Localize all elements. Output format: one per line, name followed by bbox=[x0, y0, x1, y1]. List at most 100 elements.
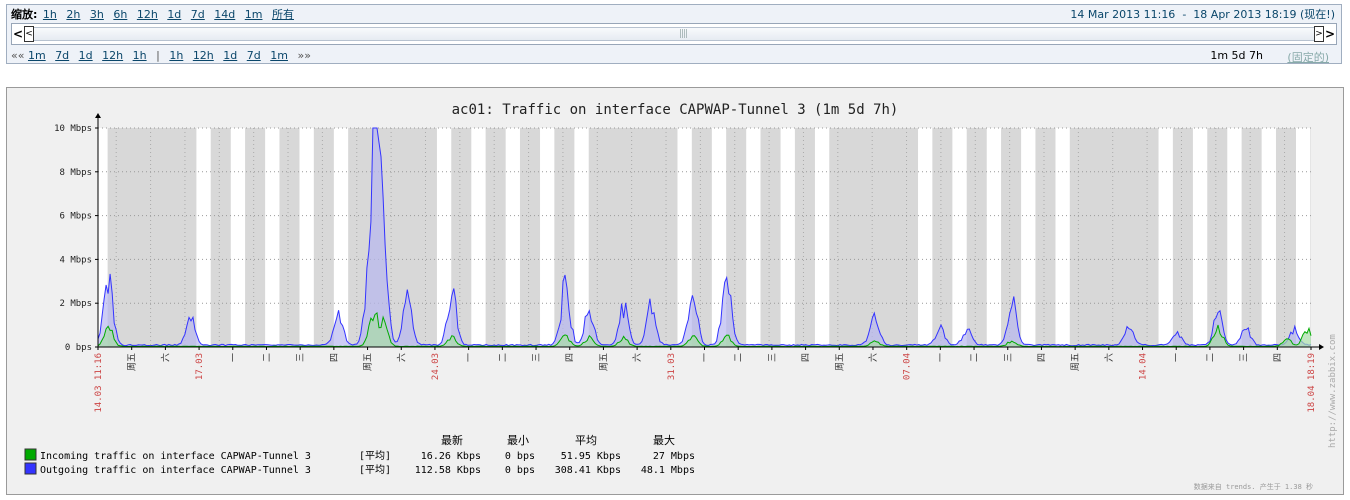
legend-header-last: 最新 bbox=[441, 433, 463, 447]
period-range: 14 Mar 2013 11:16 - 18 Apr 2013 18:19 (现… bbox=[1070, 6, 1335, 22]
x-tick-label: 一 bbox=[701, 353, 711, 362]
navigation-row: «« 1m 7d 1d 12h 1h | 1h 12h 1d 7d 1m »» … bbox=[11, 49, 1335, 65]
x-tick-label: 三 bbox=[1004, 353, 1014, 362]
zoom-1d[interactable]: 1d bbox=[167, 8, 181, 21]
period-scrollbar[interactable]: < < |||| > > bbox=[11, 23, 1337, 45]
scrollbar-track[interactable] bbox=[24, 27, 1324, 41]
legend: 最新 最小 平均 最大 Incoming traffic on interfac… bbox=[24, 433, 695, 476]
legend-swatch-outgoing bbox=[24, 462, 37, 475]
x-tick-label: 二 bbox=[970, 353, 980, 362]
work-hours-band bbox=[333, 128, 349, 347]
fwd-1m[interactable]: 1m bbox=[270, 49, 288, 62]
traffic-graph-svg: ac01: Traffic on interface CAPWAP-Tunnel… bbox=[24, 102, 1338, 491]
back-12h[interactable]: 12h bbox=[102, 49, 123, 62]
legend-header-max: 最大 bbox=[653, 433, 675, 447]
zoom-all[interactable]: 所有 bbox=[272, 8, 294, 21]
work-hours-band bbox=[1192, 128, 1208, 347]
fixed-period-toggle[interactable]: (固定的) bbox=[1287, 49, 1329, 65]
x-tick-label: 24.03 bbox=[431, 353, 441, 380]
x-tick-label: 二 bbox=[734, 353, 744, 362]
x-tick-label: 四 bbox=[802, 353, 812, 362]
left-handle-icon[interactable]: < bbox=[24, 26, 34, 42]
fwd-12h[interactable]: 12h bbox=[193, 49, 214, 62]
x-tick-label: 六 bbox=[395, 353, 407, 362]
y-tick-labels: 0 bps 2 Mbps 4 Mbps 6 Mbps 8 Mbps 10 Mbps bbox=[54, 124, 98, 353]
x-tick-label: 一 bbox=[229, 353, 239, 362]
zoom-1m[interactable]: 1m bbox=[245, 8, 263, 21]
zoom-14d[interactable]: 14d bbox=[214, 8, 235, 21]
x-tick-label: 17.03 bbox=[195, 353, 205, 380]
zoom-2h[interactable]: 2h bbox=[66, 8, 80, 21]
generation-footer: 数据来自 trends. 产生于 1.38 秒 bbox=[1194, 482, 1313, 491]
scroll-left-arrow-icon[interactable]: < bbox=[12, 25, 24, 43]
legend-avg-incoming: 51.95 Kbps bbox=[561, 451, 621, 462]
back-1m[interactable]: 1m bbox=[28, 49, 46, 62]
scroll-grip-icon[interactable]: |||| bbox=[679, 29, 688, 39]
work-hours-band bbox=[986, 128, 1002, 347]
x-tick-label: 二 bbox=[1206, 353, 1216, 362]
x-tick-label: 三 bbox=[1240, 353, 1250, 362]
zoom-1h[interactable]: 1h bbox=[43, 8, 57, 21]
right-handle-icon[interactable]: > bbox=[1314, 26, 1324, 42]
x-tick-label: 六 bbox=[631, 353, 643, 362]
work-hours-band bbox=[952, 128, 967, 347]
zoom-3h[interactable]: 3h bbox=[90, 8, 104, 21]
legend-min-outgoing: 0 bps bbox=[505, 465, 535, 476]
fwd-1d[interactable]: 1d bbox=[223, 49, 237, 62]
scroll-right-arrow-icon[interactable]: > bbox=[1324, 25, 1336, 43]
work-hours-band bbox=[1055, 128, 1070, 347]
x-tick-label: 周五 bbox=[598, 353, 609, 371]
zoom-12h[interactable]: 12h bbox=[137, 8, 158, 21]
y-tick-label: 2 Mbps bbox=[59, 299, 92, 309]
period-duration: 1m 5d 7h bbox=[1210, 49, 1263, 62]
x-tick-label: 四 bbox=[1037, 353, 1047, 362]
work-hours-band bbox=[918, 128, 933, 347]
back-1d[interactable]: 1d bbox=[79, 49, 93, 62]
work-hours-band bbox=[299, 128, 314, 347]
x-tick-label: 18.04 18:19 bbox=[1307, 353, 1317, 413]
legend-name-outgoing: Outgoing traffic on interface CAPWAP-Tun… bbox=[40, 465, 311, 476]
work-hours-band bbox=[1158, 128, 1173, 347]
x-tick-label: 三 bbox=[532, 353, 542, 362]
legend-header-avg: 平均 bbox=[575, 434, 597, 447]
back-prefix: «« bbox=[11, 49, 25, 62]
work-hours-band bbox=[505, 128, 520, 347]
legend-swatch-incoming bbox=[24, 448, 37, 461]
x-tick-label: 六 bbox=[1103, 353, 1115, 362]
fwd-suffix: »» bbox=[297, 49, 311, 62]
x-tick-label: 二 bbox=[498, 353, 508, 362]
plot-background bbox=[98, 128, 1311, 347]
period-from: 14 Mar 2013 11:16 bbox=[1070, 8, 1176, 21]
back-1h[interactable]: 1h bbox=[133, 49, 147, 62]
x-tick-label: 14.03 11:16 bbox=[94, 353, 104, 413]
period-separator: - bbox=[1182, 8, 1187, 21]
x-tick-label: 周五 bbox=[1070, 353, 1081, 371]
work-hours-band bbox=[540, 128, 555, 347]
x-tick-label: 周五 bbox=[834, 353, 845, 371]
zoom-label: 缩放: bbox=[11, 8, 38, 21]
work-hours-band bbox=[471, 128, 486, 347]
x-tick-label: 周五 bbox=[127, 353, 138, 371]
work-hours-band bbox=[746, 128, 761, 347]
work-hours-band bbox=[196, 128, 211, 347]
legend-func-incoming: [平均] bbox=[359, 450, 391, 462]
work-hours-band bbox=[265, 128, 280, 347]
work-hours-band bbox=[1296, 128, 1311, 347]
work-hours-band bbox=[1227, 128, 1242, 347]
zoom-7d[interactable]: 7d bbox=[191, 8, 205, 21]
time-navigation-panel: 缩放: 1h 2h 3h 6h 12h 1d 7d 14d 1m 所有 14 M… bbox=[6, 4, 1342, 64]
x-axis-arrow-icon bbox=[1319, 344, 1324, 350]
y-tick-label: 4 Mbps bbox=[59, 255, 92, 265]
x-tick-label: 四 bbox=[566, 353, 576, 362]
x-tick-label: 一 bbox=[465, 353, 475, 362]
legend-func-outgoing: [平均] bbox=[359, 464, 391, 476]
x-tick-labels: 14.03 11:16 周五 六 17.03 一 二 三 四 周五 六 24.03 一 二 三 四 周五 六 31… bbox=[94, 347, 1317, 413]
zoom-6h[interactable]: 6h bbox=[113, 8, 127, 21]
fwd-7d[interactable]: 7d bbox=[247, 49, 261, 62]
y-tick-label: 6 Mbps bbox=[59, 212, 92, 222]
fwd-1h[interactable]: 1h bbox=[169, 49, 183, 62]
traffic-graph: ac01: Traffic on interface CAPWAP-Tunnel… bbox=[6, 87, 1344, 495]
back-7d[interactable]: 7d bbox=[55, 49, 69, 62]
x-tick-label: 二 bbox=[262, 353, 272, 362]
legend-last-incoming: 16.26 Kbps bbox=[421, 451, 481, 462]
